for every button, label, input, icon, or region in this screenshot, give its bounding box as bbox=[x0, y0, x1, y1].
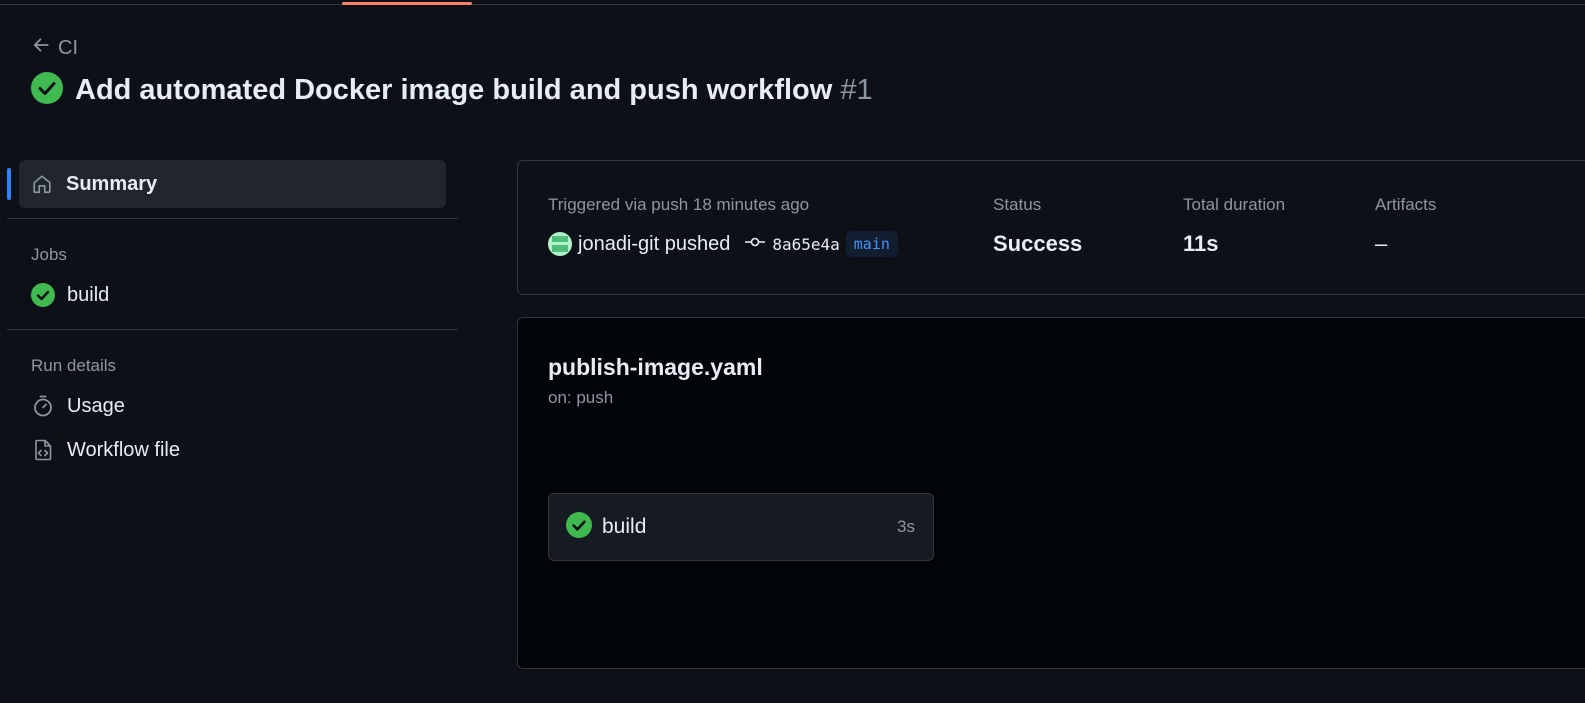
file-code-icon bbox=[31, 438, 55, 462]
status-block: Status Success bbox=[993, 195, 1082, 257]
divider bbox=[7, 218, 458, 219]
back-label: CI bbox=[58, 36, 78, 59]
workflow-file-name: publish-image.yaml bbox=[548, 354, 763, 380]
run-number: #1 bbox=[840, 74, 873, 106]
stopwatch-icon bbox=[31, 394, 55, 418]
sidebar-item-usage[interactable]: Usage bbox=[7, 384, 458, 428]
avatar[interactable] bbox=[548, 232, 572, 256]
run-title: Add automated Docker image build and pus… bbox=[75, 74, 833, 106]
active-tab-underline bbox=[342, 2, 472, 5]
sidebar-item-label: Summary bbox=[66, 172, 158, 195]
duration-block: Total duration 11s bbox=[1183, 195, 1285, 257]
sidebar: Summary Jobs build Run details Usage Wor… bbox=[7, 160, 458, 472]
jobs-heading: Jobs bbox=[31, 245, 67, 264]
check-circle-icon bbox=[31, 283, 55, 307]
run-summary-card: Triggered via push 18 minutes ago jonadi… bbox=[517, 160, 1585, 295]
check-circle-icon bbox=[31, 72, 63, 109]
actor-text[interactable]: jonadi-git pushed bbox=[578, 233, 730, 256]
duration-heading: Total duration bbox=[1183, 195, 1286, 214]
sidebar-item-label: Workflow file bbox=[67, 438, 180, 461]
page-title: Add automated Docker image build and pus… bbox=[31, 72, 873, 109]
git-commit-icon bbox=[730, 234, 766, 255]
divider bbox=[7, 329, 458, 330]
run-details-heading: Run details bbox=[31, 356, 117, 375]
job-name: build bbox=[602, 515, 647, 538]
duration-value: 11s bbox=[1183, 231, 1219, 256]
back-to-workflow-link[interactable]: CI bbox=[32, 36, 78, 60]
sidebar-item-label: build bbox=[67, 283, 110, 306]
top-border bbox=[0, 4, 1585, 5]
artifacts-value: – bbox=[1375, 231, 1388, 256]
branch-badge[interactable]: main bbox=[845, 231, 898, 257]
workflow-trigger: on: push bbox=[548, 388, 614, 407]
job-duration: 3s bbox=[897, 517, 915, 536]
sidebar-item-workflow-file[interactable]: Workflow file bbox=[7, 428, 458, 472]
status-value: Success bbox=[993, 231, 1083, 256]
commit-sha-link[interactable]: 8a65e4a bbox=[772, 235, 839, 254]
artifacts-block: Artifacts – bbox=[1375, 195, 1436, 257]
actor-row: jonadi-git pushed 8a65e4a main bbox=[548, 231, 898, 257]
sidebar-item-build[interactable]: build bbox=[7, 273, 458, 317]
sidebar-item-label: Usage bbox=[67, 394, 125, 417]
artifacts-heading: Artifacts bbox=[1375, 195, 1437, 214]
sidebar-item-summary[interactable]: Summary bbox=[7, 160, 446, 208]
workflow-graph: publish-image.yaml on: push build 3s bbox=[517, 317, 1585, 669]
home-icon bbox=[30, 172, 54, 196]
arrow-left-icon bbox=[32, 36, 50, 60]
trigger-text: Triggered via push 18 minutes ago bbox=[548, 195, 810, 214]
check-circle-icon bbox=[549, 511, 592, 543]
status-heading: Status bbox=[993, 195, 1042, 214]
job-card-build[interactable]: build 3s bbox=[548, 493, 934, 561]
